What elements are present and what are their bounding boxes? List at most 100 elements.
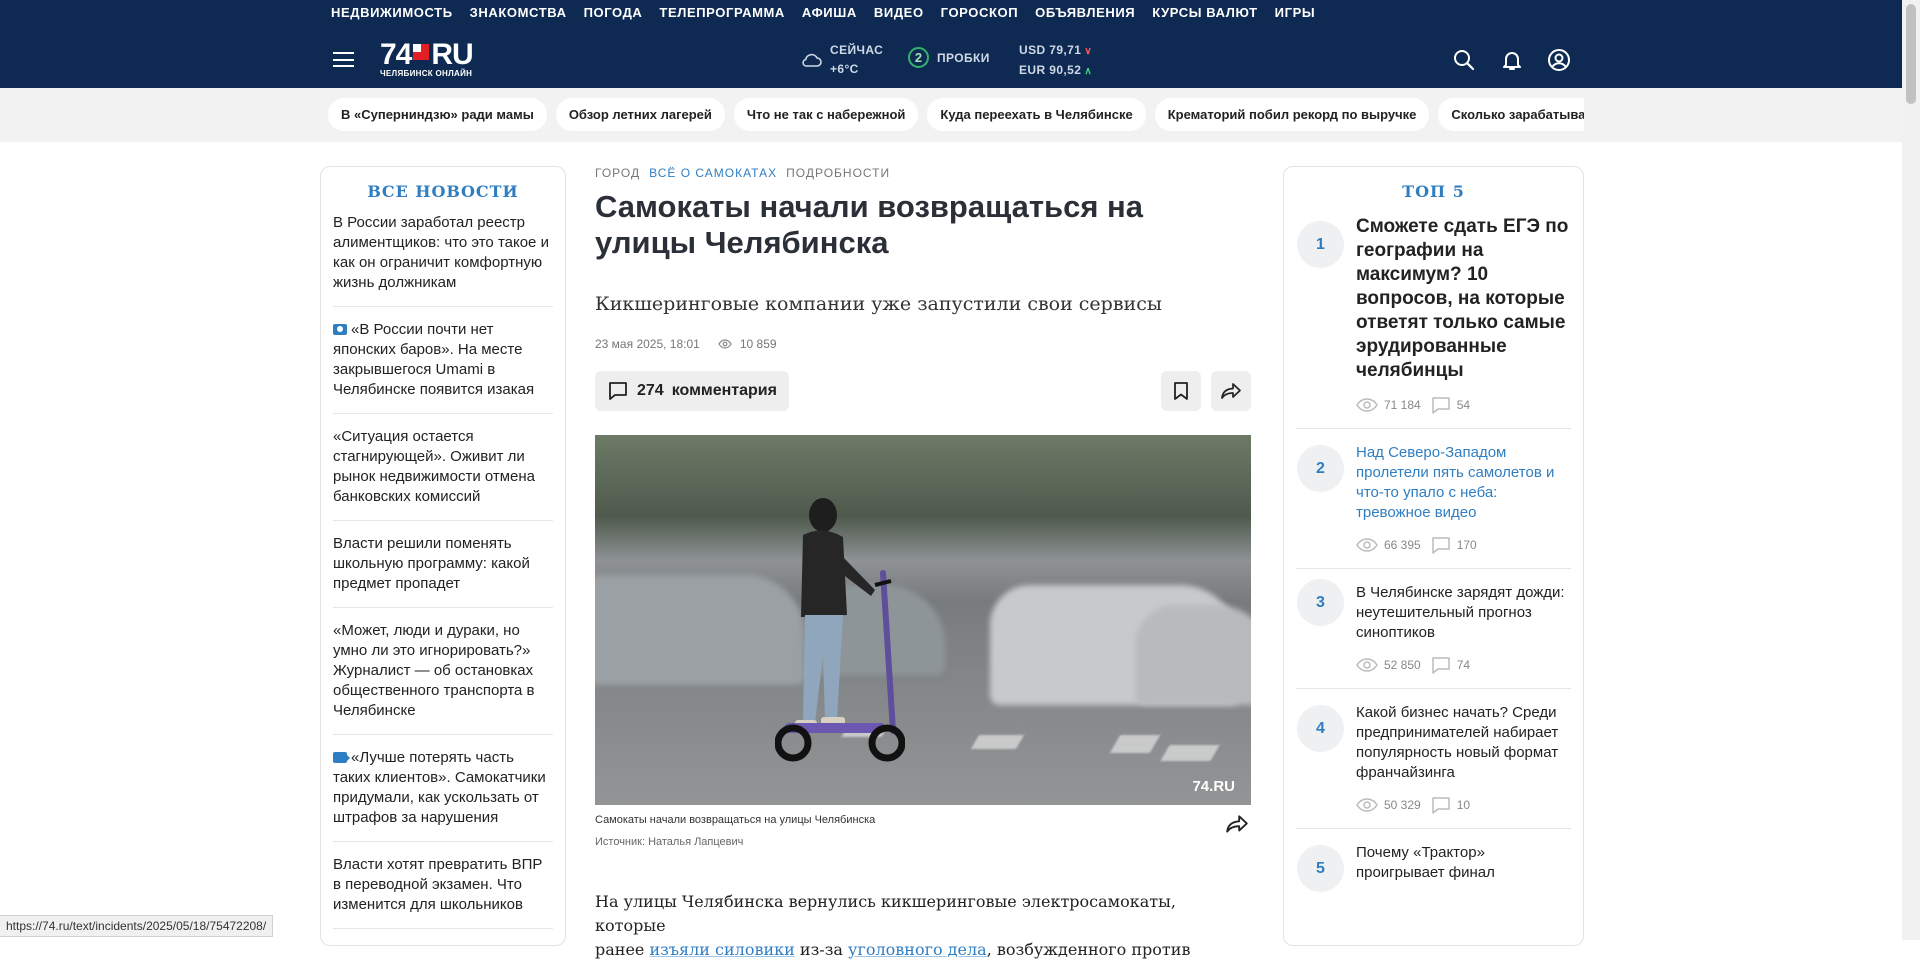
news-item[interactable]: «Может, люди и дураки, но умно ли это иг… [333, 621, 553, 735]
news-item[interactable]: Власти решили поменять школьную программ… [333, 534, 553, 608]
nav-link-tv[interactable]: ТЕЛЕПРОГРАММА [659, 5, 785, 21]
bookmark-button[interactable] [1161, 371, 1201, 411]
nav-link-weather[interactable]: ПОГОДА [584, 5, 643, 21]
caption-text: Самокаты начали возвращаться на улицы Че… [595, 814, 876, 826]
comments-button[interactable]: 274 комментария [595, 371, 789, 411]
top-stats: 71 184 54 [1356, 396, 1571, 414]
down-arrow-icon: ∨ [1084, 46, 1093, 57]
video-icon [333, 752, 350, 763]
menu-icon[interactable] [333, 52, 354, 67]
logo-subtitle: ЧЕЛЯБИНСК ОНЛАЙН [380, 69, 473, 78]
top5-panel: ТОП 5 1 Сможете сдать ЕГЭ по географии н… [1283, 166, 1584, 946]
top5-title[interactable]: ТОП 5 [1284, 182, 1583, 201]
nav-link-afisha[interactable]: АФИША [802, 5, 857, 21]
share-button[interactable] [1211, 371, 1251, 411]
top-rank: 5 [1297, 845, 1344, 892]
top-title: Сможете сдать ЕГЭ по географии на максим… [1356, 216, 1569, 381]
search-icon[interactable] [1452, 48, 1476, 72]
traffic-widget[interactable]: 2 ПРОБКИ [908, 47, 990, 68]
up-arrow-icon: ∧ [1084, 66, 1093, 77]
top-item[interactable]: 1 Сможете сдать ЕГЭ по географии на макс… [1284, 215, 1583, 414]
nav-link-dating[interactable]: ЗНАКОМСТВА [470, 5, 567, 21]
top-links: НЕДВИЖИМОСТЬ ЗНАКОМСТВА ПОГОДА ТЕЛЕПРОГР… [331, 5, 1315, 21]
article-photo[interactable]: 74.RU [595, 435, 1251, 805]
scrollbar[interactable] [1902, 0, 1920, 940]
nav-link-games[interactable]: ИГРЫ [1275, 5, 1316, 21]
body-link-seized[interactable]: изъяли силовики [649, 940, 794, 959]
quick-links-bar: В «Суперниндзю» ради мамы Обзор летних л… [0, 88, 1902, 142]
quick-link[interactable]: Сколько зарабатывают ректоры [1438, 98, 1584, 131]
quick-link[interactable]: Куда переехать в Челябинске [927, 98, 1146, 131]
nav-link-horoscope[interactable]: ГОРОСКОП [941, 5, 1019, 21]
top-title: Над Северо-Западом пролетели пять самоле… [1356, 444, 1555, 521]
all-news-title[interactable]: ВСЕ НОВОСТИ [321, 182, 565, 201]
usd-rate: USD 79,71 [1019, 43, 1082, 57]
comments-count: 274 [637, 382, 664, 399]
news-item[interactable]: «В России почти нет японских баров». На … [333, 320, 553, 414]
top-title: Какой бизнес начать? Среди предпринимате… [1356, 704, 1559, 781]
nav-link-realty[interactable]: НЕДВИЖИМОСТЬ [331, 5, 453, 21]
nav-link-video[interactable]: ВИДЕО [874, 5, 924, 21]
article-actions: 274 комментария [595, 371, 1251, 411]
status-url: https://74.ru/text/incidents/2025/05/18/… [0, 915, 274, 937]
top-stats: 52 850 74 [1356, 656, 1571, 674]
weather-widget[interactable]: СЕЙЧАС +6°C [800, 41, 883, 79]
top-item[interactable]: 5 Почему «Трактор» проигрывает финал [1284, 843, 1583, 892]
article-lead: Кикшеринговые компании уже запустили сво… [595, 293, 1162, 315]
article-meta: 23 мая 2025, 18:01 10 859 [595, 337, 1251, 351]
top-stats: 50 329 10 [1356, 796, 1571, 814]
article: ГОРОД ВСЁ О САМОКАТАХ ПОДРОБНОСТИ Самока… [595, 166, 1251, 962]
top-item[interactable]: 3 В Челябинске зарядят дожди: неутешител… [1284, 579, 1583, 674]
bell-icon[interactable] [1500, 48, 1524, 72]
site-header: НЕДВИЖИМОСТЬ ЗНАКОМСТВА ПОГОДА ТЕЛЕПРОГР… [0, 0, 1902, 88]
top-title: Почему «Трактор» проигрывает финал [1356, 844, 1495, 881]
news-item[interactable]: «Лучше потерять часть таких клиентов». С… [333, 748, 553, 842]
nav-link-ads[interactable]: ОБЪЯВЛЕНИЯ [1035, 5, 1135, 21]
weather-label: СЕЙЧАС [830, 43, 884, 57]
article-body: На улицы Челябинска вернулись кикшеринго… [595, 892, 1191, 959]
quick-link[interactable]: В «Суперниндзю» ради мамы [328, 98, 547, 131]
top-rank: 3 [1297, 579, 1344, 626]
eye-icon [1356, 798, 1378, 812]
comment-icon [1431, 657, 1450, 674]
rubric-city[interactable]: ГОРОД [595, 166, 640, 180]
site-logo[interactable]: 74 RU ЧЕЛЯБИНСК ОНЛАЙН [380, 40, 510, 80]
eye-icon [1356, 538, 1378, 552]
logo-number: 74 [380, 38, 412, 71]
comment-icon [1431, 797, 1450, 814]
share-icon [1221, 383, 1241, 399]
quick-link[interactable]: Крематорий побил рекорд по выручке [1154, 98, 1430, 131]
article-headline: Самокаты начали возвращаться на улицы Че… [595, 189, 1144, 260]
top-item[interactable]: 4 Какой бизнес начать? Среди предпринима… [1284, 703, 1583, 814]
news-item[interactable]: В России заработал реестр алиментщиков: … [333, 213, 553, 307]
cloud-icon [802, 53, 822, 67]
photo-source: Источник: Наталья Лапцевич [595, 836, 744, 848]
scrollbar-thumb[interactable] [1906, 4, 1916, 104]
photo-watermark: 74.RU [1192, 778, 1235, 795]
rubric-details[interactable]: ПОДРОБНОСТИ [786, 166, 890, 180]
traffic-level: 2 [908, 47, 929, 68]
article-date: 23 мая 2025, 18:01 [595, 337, 700, 351]
top-title: В Челябинске зарядят дожди: неутешительн… [1356, 584, 1565, 641]
user-icon[interactable] [1547, 48, 1571, 72]
comment-icon [1431, 397, 1450, 414]
eur-rate: EUR 90,52 [1019, 63, 1082, 77]
nav-link-rates[interactable]: КУРСЫ ВАЛЮТ [1152, 5, 1257, 21]
top-item[interactable]: 2 Над Северо-Западом пролетели пять само… [1284, 443, 1583, 554]
top-rank: 2 [1297, 445, 1344, 492]
all-news-panel: ВСЕ НОВОСТИ В России заработал реестр ал… [320, 166, 566, 946]
body-link-criminal-case[interactable]: уголовного дела [848, 940, 987, 959]
top-rank: 1 [1297, 221, 1344, 268]
top-stats: 66 395 170 [1356, 536, 1571, 554]
rubric-scooters[interactable]: ВСЁ О САМОКАТАХ [649, 166, 777, 180]
eye-icon [1356, 398, 1378, 412]
bookmark-icon [1174, 382, 1188, 400]
currency-widget[interactable]: USD 79,71 ∨ EUR 90,52 ∧ [1019, 41, 1092, 81]
share-icon[interactable] [1225, 812, 1249, 836]
news-item[interactable]: Власти хотят превратить ВПР в переводной… [333, 855, 553, 929]
news-item[interactable]: «Ситуация остается стагнирующей». Оживит… [333, 427, 553, 521]
quick-link[interactable]: Что не так с набережной [733, 98, 919, 131]
article-views: 10 859 [739, 337, 777, 351]
quick-link[interactable]: Обзор летних лагерей [555, 98, 725, 131]
traffic-label: ПРОБКИ [937, 50, 990, 65]
